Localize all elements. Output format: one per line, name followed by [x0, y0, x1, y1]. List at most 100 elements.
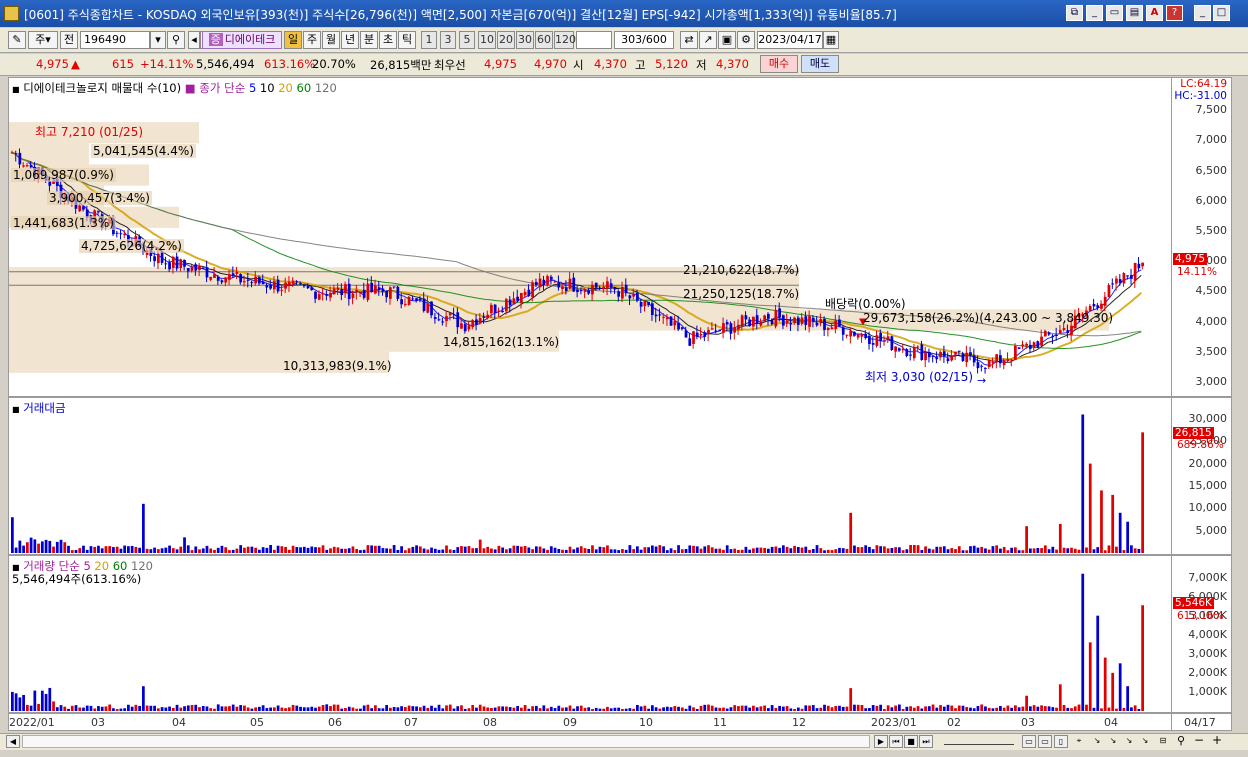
trend-icon-1[interactable]: ↘ [1090, 735, 1104, 748]
period-second[interactable]: 초 [379, 31, 397, 49]
interval-input[interactable] [576, 31, 612, 49]
minimize-icon[interactable]: _ [1086, 5, 1103, 21]
candle [613, 287, 617, 290]
amount-bar [403, 550, 407, 553]
trend-icon-3[interactable]: ↘ [1122, 735, 1136, 748]
interval-120[interactable]: 120 [554, 31, 576, 49]
scroll-track[interactable] [22, 735, 870, 748]
candle [456, 312, 460, 328]
volume-bar [284, 708, 287, 711]
amount-bar [508, 548, 512, 553]
indicator-icon[interactable]: ↗ [699, 31, 717, 49]
x-axis-end: 04/17 [1172, 713, 1232, 731]
search-icon[interactable]: ⚲ [167, 31, 185, 49]
interval-5[interactable]: 5 [459, 31, 475, 49]
amount-bar [246, 546, 250, 553]
zoom-in-icon[interactable]: + [1210, 734, 1224, 748]
amount-bar [119, 548, 123, 553]
amount-bar [201, 548, 205, 553]
restore-icon[interactable]: ▭ [1106, 5, 1123, 21]
prev-stock-icon[interactable]: ◂ [188, 31, 200, 49]
volume-chart-panel[interactable]: ■ 거래량 단순 5 20 60 120 5,546,494주(613.16%) [8, 555, 1172, 713]
interval-10[interactable]: 10 [478, 31, 496, 49]
amount-bar [482, 548, 486, 553]
period-minute[interactable]: 분 [360, 31, 378, 49]
legend-ma-120: 120 [314, 81, 337, 95]
candle [359, 292, 362, 294]
price-y-axis: 7,500 7,000 6,500 6,000 5,500 5,000 4,500 4,000… [1172, 77, 1232, 397]
volume-bar [501, 706, 505, 711]
trend-icon-2[interactable]: ↘ [1106, 735, 1120, 748]
layout-icon-2[interactable]: ▭ [1038, 735, 1052, 748]
code-dropdown-icon[interactable]: ▾ [150, 31, 166, 49]
period-day[interactable]: 일 [284, 31, 302, 49]
candle [557, 282, 561, 288]
buy-button[interactable]: 매수 [760, 55, 798, 73]
zoom-slider[interactable] [944, 738, 1014, 745]
calendar-icon[interactable]: ▦ [823, 31, 839, 49]
candle [389, 287, 392, 299]
link-icon[interactable]: ⧉ [1066, 5, 1083, 21]
interval-1[interactable]: 1 [421, 31, 437, 49]
period-month[interactable]: 월 [322, 31, 340, 49]
candle [448, 313, 452, 316]
volume-bar [407, 705, 411, 711]
period-week[interactable]: 주 [303, 31, 321, 49]
title-bar: [0601] 주식종합차트 - KOSDAQ 외국인보유[393(천)] 주식수… [0, 0, 1248, 27]
help-icon[interactable]: ? [1166, 5, 1183, 21]
zoom-out-all-icon[interactable]: ⊟ [1156, 735, 1170, 748]
volume-bar [819, 707, 823, 711]
candle [280, 289, 284, 291]
market-select[interactable]: 주▾ [28, 31, 58, 49]
count-display[interactable]: 303/600 [614, 31, 674, 49]
amount-chart-panel[interactable]: ■ 거래대금 [8, 397, 1172, 555]
date-input[interactable]: 2023/04/17 [757, 31, 823, 49]
settings-icon[interactable]: ⚙ [737, 31, 755, 49]
volume-bar [44, 693, 48, 711]
candle [497, 310, 501, 312]
period-tick[interactable]: 틱 [398, 31, 416, 49]
interval-20[interactable]: 20 [497, 31, 515, 49]
font-icon[interactable]: A [1146, 5, 1163, 21]
market-all-button[interactable]: 전 [60, 31, 78, 49]
zoom-out-icon[interactable]: − [1192, 734, 1206, 748]
volume-bar [82, 707, 85, 711]
price-chart-panel[interactable]: → ■ 디에이테크놀로지 매물대 수(10) ■ 종가 단순 5 10 20 6… [8, 77, 1172, 397]
volume-bar [886, 705, 890, 711]
amount-bar [280, 546, 284, 553]
legend-ma-10: 10 [259, 81, 275, 95]
window-minimize-button[interactable]: _ [1194, 5, 1211, 21]
scroll-right-icon[interactable]: ▶ [874, 735, 888, 748]
bid-price: 4,970 [534, 57, 567, 71]
period-year[interactable]: 년 [341, 31, 359, 49]
interval-30[interactable]: 30 [516, 31, 534, 49]
jump-start-icon[interactable]: ⏮ [889, 735, 903, 748]
crosshair-icon[interactable]: ⌖ [1072, 735, 1086, 748]
amount-bar [1040, 548, 1043, 553]
stop-icon[interactable]: ■ [904, 735, 918, 748]
stock-code-input[interactable]: 196490 [80, 31, 150, 49]
window-maximize-button[interactable]: □ [1213, 5, 1230, 21]
print-icon[interactable]: ▤ [1126, 5, 1143, 21]
candle [774, 309, 778, 327]
amount-bar [302, 546, 306, 553]
sell-button[interactable]: 매도 [801, 55, 839, 73]
candle [441, 321, 445, 323]
volume-bar [1088, 642, 1092, 711]
scroll-left-icon[interactable]: ◀ [6, 735, 20, 748]
chart-scrollbar[interactable]: ◀ ▶ ⏮ ■ ⏭ ▭ ▭ ▯ ⌖ ↘ ↘ ↘ ↘ ⊟ ⚲ − + [0, 733, 1248, 750]
zoom-search-icon[interactable]: ⚲ [1174, 735, 1188, 748]
layout-icon-1[interactable]: ▭ [1022, 735, 1036, 748]
amount-bar [1133, 548, 1137, 553]
draw-tool-icon[interactable]: ⇄ [680, 31, 698, 49]
vp-label-1: 5,041,545(4.4%) [91, 144, 196, 158]
memo-icon[interactable]: ✎ [8, 31, 26, 49]
trend-icon-4[interactable]: ↘ [1138, 735, 1152, 748]
interval-3[interactable]: 3 [440, 31, 456, 49]
save-icon[interactable]: ▣ [718, 31, 736, 49]
volume-bar [924, 706, 927, 711]
jump-end-icon[interactable]: ⏭ [919, 735, 933, 748]
amount-bar [737, 549, 740, 553]
layout-icon-3[interactable]: ▯ [1054, 735, 1068, 748]
interval-60[interactable]: 60 [535, 31, 553, 49]
